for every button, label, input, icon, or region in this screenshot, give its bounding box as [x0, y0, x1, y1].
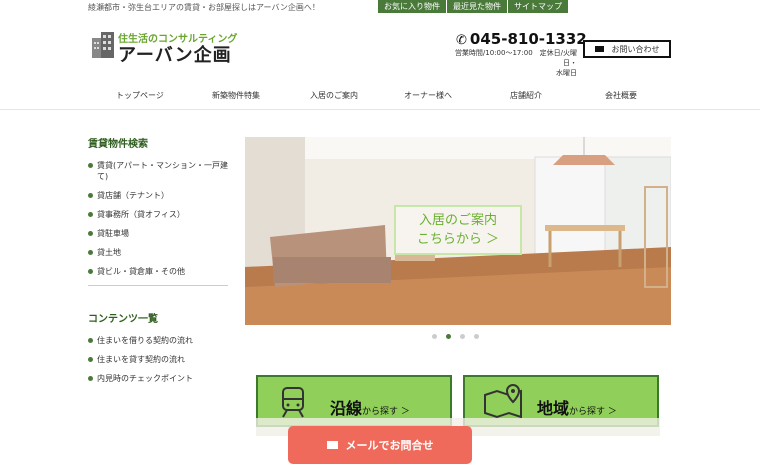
contact-button[interactable]: お問い合わせ	[583, 40, 671, 58]
logo-title: アーバン企画	[118, 45, 232, 66]
search-sub-label: から探す ＞	[569, 407, 617, 417]
slider-dots	[432, 334, 488, 339]
list-item[interactable]: 貸駐車場	[88, 228, 228, 239]
rental-search-heading: 賃貸物件検索	[88, 139, 148, 150]
list-item[interactable]: 貸店舗（テナント）	[88, 190, 228, 201]
search-main-label: 地域	[537, 399, 570, 418]
sitemap-link[interactable]: サイトマップ	[508, 0, 568, 13]
list-item[interactable]: 住まいを貸す契約の流れ	[88, 354, 228, 365]
hero-line-2: こちらから ＞	[416, 232, 500, 247]
rental-search-list: 賃貸(アパート・マンション・一戸建て) 貸店舗（テナント） 貸事務所（貸オフィス…	[88, 160, 228, 277]
mail-icon	[326, 441, 338, 449]
mail-inquiry-button[interactable]: メールでお問合せ	[288, 426, 472, 464]
divider	[88, 285, 228, 286]
contents-list: 住まいを借りる契約の流れ 住まいを貸す契約の流れ 内見時のチェックポイント	[88, 335, 228, 384]
business-hours: 営業時間/10:00〜17:00 定休日/火曜日・ 水曜日	[447, 48, 577, 78]
list-item[interactable]: 住まいを借りる契約の流れ	[88, 335, 228, 346]
list-item[interactable]: 内見時のチェックポイント	[88, 373, 228, 384]
nav-top-page[interactable]: トップページ	[116, 90, 164, 101]
nav-store-info[interactable]: 店舗紹介	[510, 90, 542, 101]
slider-dot[interactable]	[432, 334, 437, 339]
map-pin-icon	[484, 383, 522, 419]
phone-text: 045-810-1332	[469, 30, 587, 48]
favorites-link[interactable]: お気に入り物件	[378, 0, 446, 13]
train-icon	[282, 387, 304, 418]
nav-moving-guide[interactable]: 入居のご案内	[310, 90, 358, 101]
phone-number: ✆ 045-810-1332	[456, 30, 587, 48]
slider-dot[interactable]	[460, 334, 465, 339]
top-links: お気に入り物件 最近見た物件 サイトマップ	[378, 0, 569, 13]
sidebar: 賃貸物件検索 賃貸(アパート・マンション・一戸建て) 貸店舗（テナント） 貸事務…	[88, 135, 228, 392]
hours-line-2: 水曜日	[556, 69, 577, 77]
search-sub-label: から探す ＞	[362, 407, 410, 417]
hours-line-1: 営業時間/10:00〜17:00 定休日/火曜日・	[454, 49, 577, 67]
slider-dot[interactable]	[474, 334, 479, 339]
hero-slider[interactable]: 入居のご案内 こちらから ＞	[245, 137, 671, 325]
contents-heading: コンテンツ一覧	[88, 314, 158, 325]
nav-new-properties[interactable]: 新築物件特集	[212, 90, 260, 101]
contact-button-label: お問い合わせ	[611, 44, 660, 54]
list-item[interactable]: 貸土地	[88, 247, 228, 258]
nav-for-owners[interactable]: オーナー様へ	[404, 90, 452, 101]
mail-icon	[594, 46, 604, 52]
search-by-area-label: 地域から探す ＞	[537, 395, 617, 419]
site-tagline: 綾瀬都市・弥生台エリアの賃貸・お部屋探しはアーバン企画へ！	[88, 3, 320, 12]
global-nav: トップページ 新築物件特集 入居のご案内 オーナー様へ 店舗紹介 会社概要	[0, 82, 760, 110]
search-by-line-label: 沿線から探す ＞	[330, 395, 410, 419]
list-item[interactable]: 貸事務所（貸オフィス）	[88, 209, 228, 220]
search-main-label: 沿線	[330, 399, 363, 418]
site-logo[interactable]: 住生活のコンサルティング アーバン企画	[92, 30, 242, 66]
nav-company-profile[interactable]: 会社概要	[605, 90, 637, 101]
list-item[interactable]: 賃貸(アパート・マンション・一戸建て)	[88, 160, 228, 182]
mail-inquiry-label: メールでお問合せ	[345, 439, 434, 452]
hero-line-1: 入居のご案内	[418, 213, 497, 228]
phone-icon: ✆	[456, 33, 467, 48]
building-icon	[92, 32, 114, 58]
moving-guide-banner[interactable]: 入居のご案内 こちらから ＞	[394, 205, 522, 255]
top-bar: 綾瀬都市・弥生台エリアの賃貸・お部屋探しはアーバン企画へ！ お気に入り物件 最近…	[0, 0, 760, 14]
slider-dot-active[interactable]	[446, 334, 451, 339]
recently-viewed-link[interactable]: 最近見た物件	[447, 0, 507, 13]
list-item[interactable]: 貸ビル・貸倉庫・その他	[88, 266, 228, 277]
